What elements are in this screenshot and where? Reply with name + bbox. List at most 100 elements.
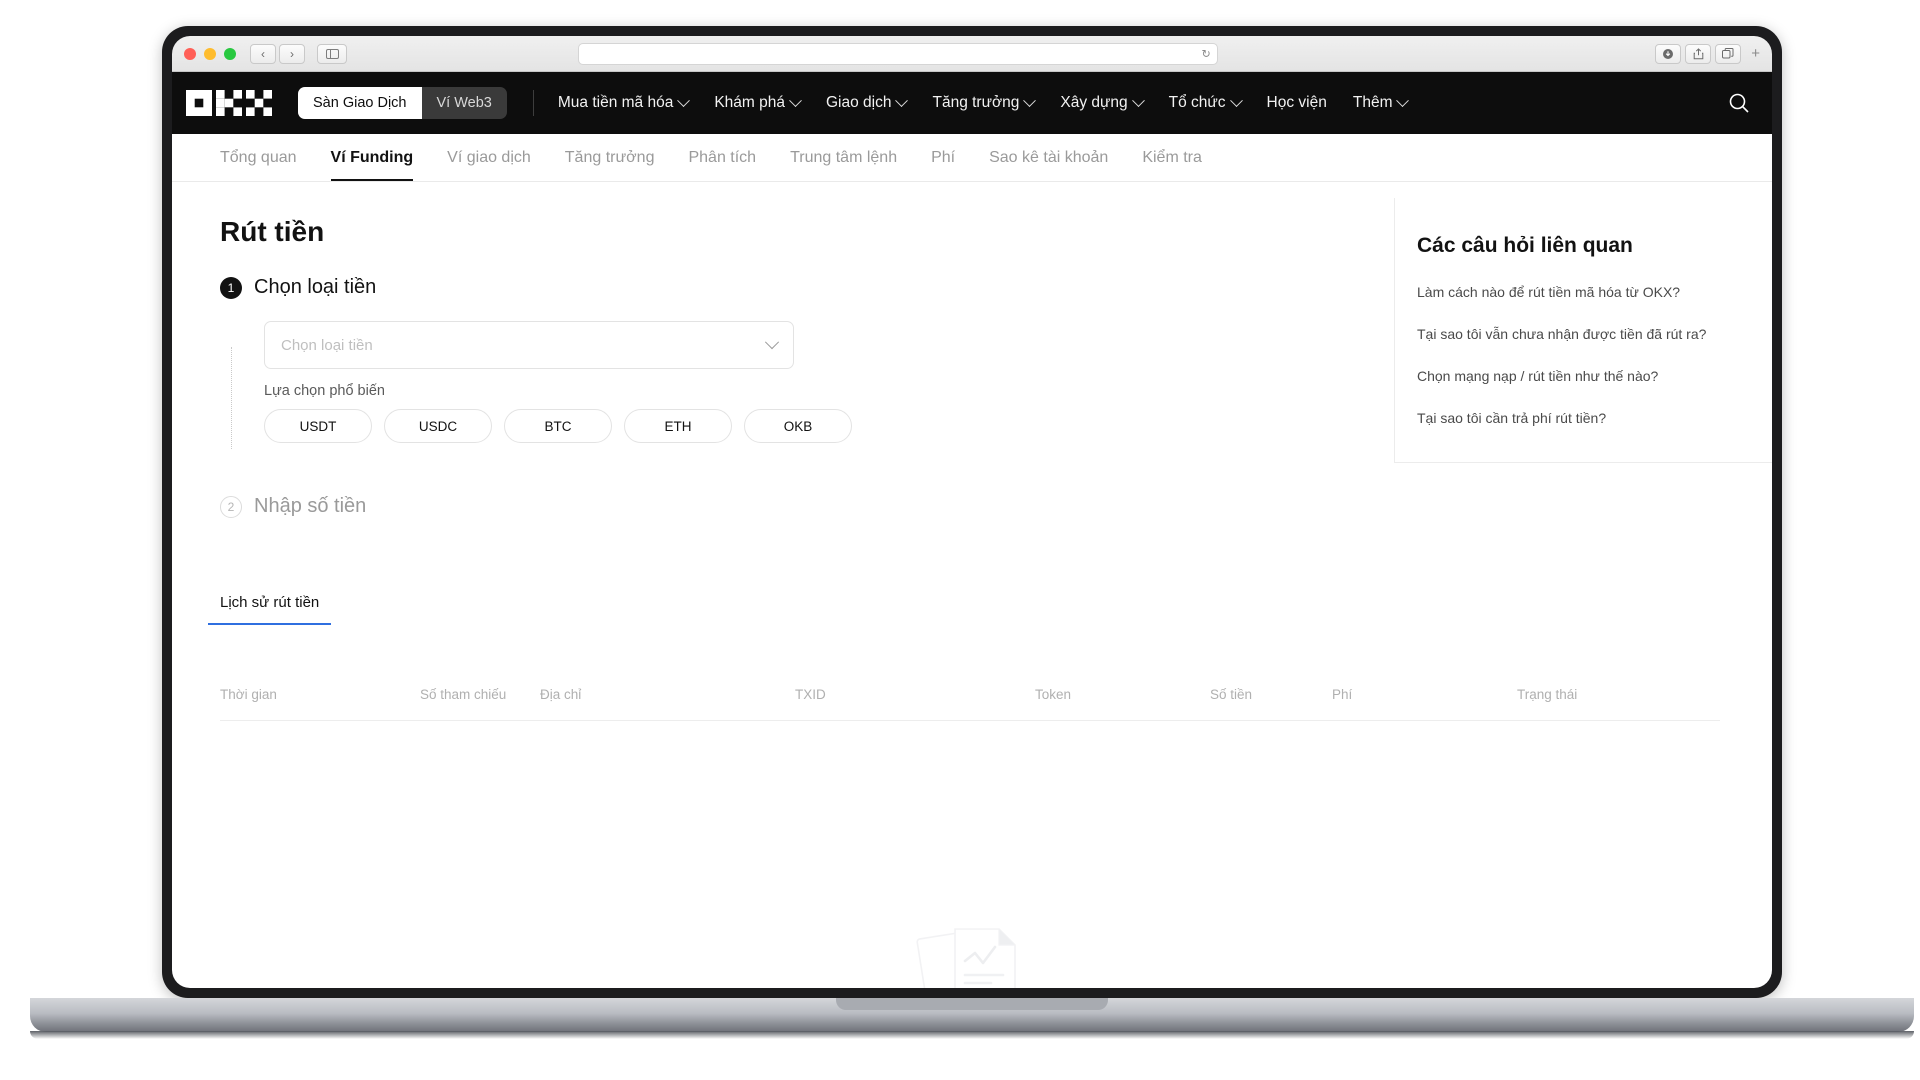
product-switcher: Sàn Giao Dịch Ví Web3 (298, 87, 507, 119)
minimize-window-button[interactable] (204, 47, 216, 60)
laptop-base-shadow (30, 1031, 1914, 1039)
chevron-down-icon (1229, 93, 1243, 107)
history-tabs: Lịch sử rút tiền (207, 594, 1257, 625)
column-header-fee: Phí (1332, 687, 1353, 702)
chevron-down-icon (677, 93, 691, 107)
withdrawal-history-section: Lịch sử rút tiền Thời gian Số tham chiếu… (207, 594, 1720, 721)
downloads-icon[interactable] (1655, 43, 1682, 64)
page-content: Rút tiền 1 Chọn loại tiền Chọn loại tiền (172, 182, 1772, 988)
switcher-web3-wallet[interactable]: Ví Web3 (422, 87, 507, 119)
nav-item-grow[interactable]: Tăng trưởng (932, 93, 1037, 112)
column-header-time: Thời gian (220, 687, 277, 702)
nav-label: Mua tiền mã hóa (557, 94, 674, 111)
nav-label: Thêm (1352, 94, 1393, 111)
tab-withdrawal-history[interactable]: Lịch sử rút tiền (207, 594, 332, 625)
chrome-right-buttons: + (1655, 43, 1760, 64)
search-icon[interactable] (1728, 92, 1750, 114)
column-header-txid: TXID (795, 687, 826, 702)
forward-icon[interactable]: › (279, 43, 305, 64)
chevron-down-icon (1023, 93, 1037, 107)
subnav-item-order-center[interactable]: Trung tâm lệnh (790, 134, 897, 181)
subnav-item-funding-wallet[interactable]: Ví Funding (330, 134, 413, 181)
currency-chip-usdt[interactable]: USDT (264, 409, 372, 443)
nav-item-academy[interactable]: Học viện (1267, 94, 1327, 112)
address-bar[interactable]: ↻ (577, 42, 1218, 65)
sidebar-toggle-icon[interactable] (317, 43, 347, 64)
laptop-frame: ‹ › ↻ + Sàn Giao Dịch Ví Web3 Mua tiền m… (162, 26, 1782, 998)
faq-panel: Các câu hỏi liên quan Làm cách nào để rú… (1394, 198, 1772, 463)
laptop-screen: ‹ › ↻ + Sàn Giao Dịch Ví Web3 Mua tiền m… (172, 36, 1772, 988)
faq-link-1[interactable]: Làm cách nào để rút tiền mã hóa từ OKX? (1417, 284, 1762, 300)
currency-chip-eth[interactable]: ETH (624, 409, 732, 443)
column-header-amount: Số tiền (1210, 687, 1253, 702)
nav-label: Khám phá (714, 94, 785, 111)
laptop-base (30, 998, 1914, 1032)
reload-icon[interactable]: ↻ (1202, 47, 1211, 60)
step-1-body: Chọn loại tiền Lựa chọn phổ biến USDT US… (220, 321, 1305, 449)
nav-item-buy-crypto[interactable]: Mua tiền mã hóa (557, 93, 691, 112)
currency-select-placeholder: Chọn loại tiền (281, 336, 373, 354)
subnav-item-analysis[interactable]: Phân tích (688, 134, 756, 181)
nav-item-institutional[interactable]: Tổ chức (1168, 93, 1243, 112)
column-header-status: Trạng thái (1517, 687, 1578, 702)
step-1-header: 1 Chọn loại tiền (220, 276, 1305, 299)
subnav-item-overview[interactable]: Tổng quan (220, 134, 297, 181)
currency-select[interactable]: Chọn loại tiền (264, 321, 794, 369)
nav-label: Tăng trưởng (932, 94, 1020, 111)
nav-item-discover[interactable]: Khám phá (714, 93, 802, 112)
subnav-item-trading-wallet[interactable]: Ví giao dịch (447, 134, 531, 181)
screenshot-root: ‹ › ↻ + Sàn Giao Dịch Ví Web3 Mua tiền m… (0, 0, 1920, 1080)
share-icon[interactable] (1685, 43, 1712, 64)
faq-link-2[interactable]: Tại sao tôi vẫn chưa nhận được tiền đã r… (1417, 326, 1762, 342)
back-icon[interactable]: ‹ (250, 43, 276, 64)
maximize-window-button[interactable] (224, 47, 236, 60)
close-window-button[interactable] (184, 47, 196, 60)
currency-chip-btc[interactable]: BTC (504, 409, 612, 443)
history-table-header: Thời gian Số tham chiếu Địa chỉ TXID Tok… (220, 687, 1720, 721)
step-1-badge: 1 (220, 276, 242, 299)
chevron-down-icon (895, 93, 909, 107)
subnav-item-account-statement[interactable]: Sao kê tài khoản (989, 134, 1108, 181)
site-header: Sàn Giao Dịch Ví Web3 Mua tiền mã hóa Kh… (172, 72, 1772, 134)
step-2-title: Nhập số tiền (254, 495, 367, 517)
new-tab-icon[interactable]: + (1745, 45, 1760, 62)
window-controls (184, 47, 236, 60)
subnav-item-grow[interactable]: Tăng trưởng (565, 134, 655, 181)
faq-link-4[interactable]: Tại sao tôi cần trả phí rút tiền? (1417, 410, 1762, 426)
chevron-down-icon (789, 93, 802, 107)
browser-chrome: ‹ › ↻ + (172, 36, 1772, 72)
nav-divider (532, 90, 534, 116)
web-page: Sàn Giao Dịch Ví Web3 Mua tiền mã hóa Kh… (172, 72, 1772, 988)
faq-title: Các câu hỏi liên quan (1417, 234, 1633, 257)
nav-item-build[interactable]: Xây dựng (1060, 93, 1145, 112)
column-header-reference: Số tham chiếu (420, 687, 507, 702)
okx-logo[interactable] (186, 90, 272, 116)
nav-item-trade[interactable]: Giao dịch (826, 93, 909, 112)
nav-item-more[interactable]: Thêm (1352, 93, 1410, 112)
withdraw-column: Rút tiền 1 Chọn loại tiền Chọn loại tiền (207, 216, 1720, 988)
chevron-down-icon (1396, 93, 1410, 107)
subnav-item-fees[interactable]: Phí (931, 134, 955, 181)
switcher-exchange[interactable]: Sàn Giao Dịch (298, 87, 422, 119)
tabs-overview-icon[interactable] (1715, 43, 1742, 64)
step-connector-line (230, 347, 232, 449)
step-2-header: 2 Nhập số tiền (220, 495, 1305, 518)
currency-chip-okb[interactable]: OKB (744, 409, 852, 443)
step-1-title: Chọn loại tiền (254, 276, 377, 298)
subnav-item-verification[interactable]: Kiểm tra (1142, 134, 1202, 181)
nav-label: Tổ chức (1168, 94, 1226, 111)
navigation-buttons: ‹ › (250, 43, 305, 64)
nav-label: Học viện (1266, 94, 1327, 111)
empty-state-illustration (907, 909, 1037, 988)
faq-link-3[interactable]: Chọn mạng nạp / rút tiền như thế nào? (1417, 368, 1762, 384)
chevron-down-icon (1131, 93, 1145, 107)
popular-choices-label: Lựa chọn phổ biến (264, 383, 385, 399)
column-header-address: Địa chỉ (540, 687, 582, 702)
chevron-down-icon (764, 335, 780, 350)
step-2-badge: 2 (220, 495, 242, 518)
currency-chip-usdc[interactable]: USDC (384, 409, 492, 443)
sidebar-group (317, 43, 347, 64)
nav-label: Giao dịch (826, 94, 892, 111)
withdraw-stepper: 1 Chọn loại tiền Chọn loại tiền Lựa chọn… (220, 276, 1305, 518)
page-title: Rút tiền (220, 216, 325, 247)
